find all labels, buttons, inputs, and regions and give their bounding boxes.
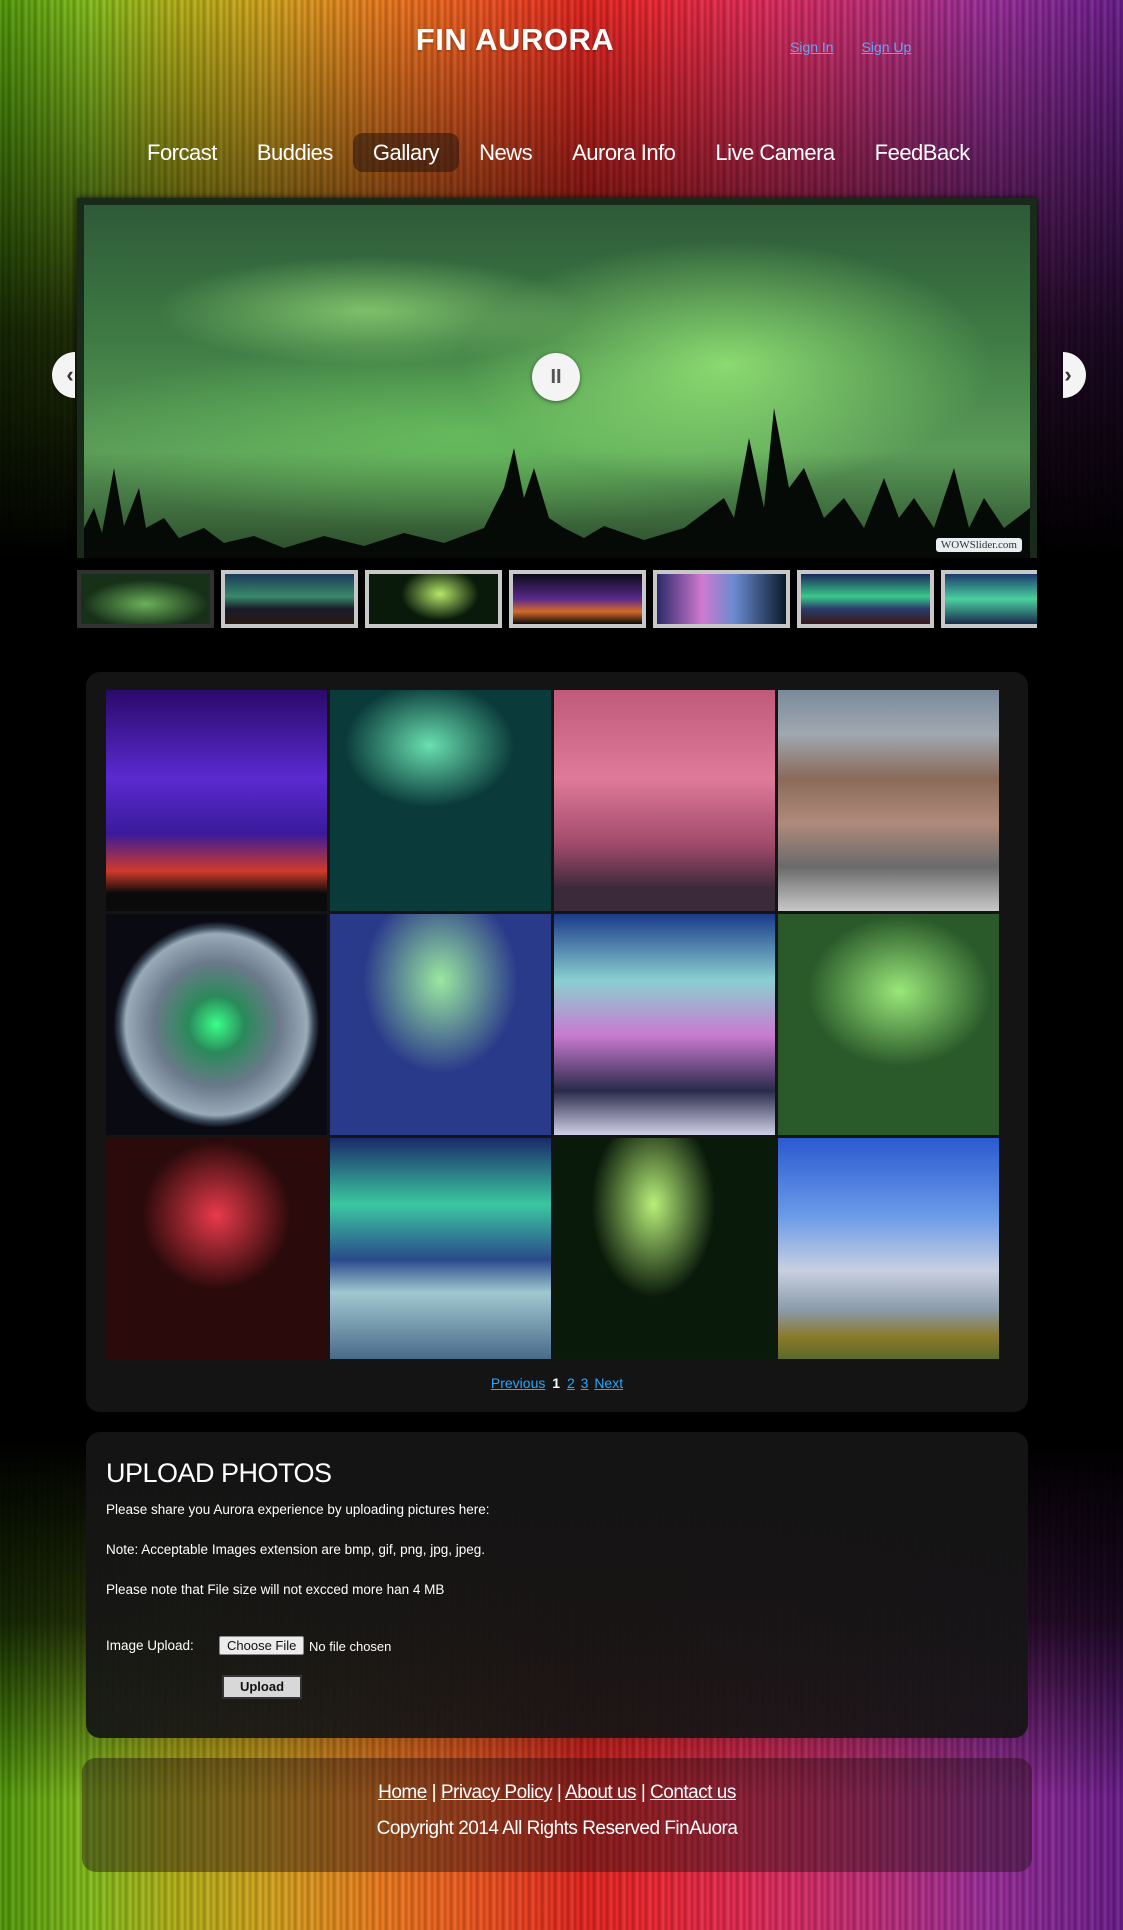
slider-next-button[interactable]: › <box>1063 352 1086 398</box>
footer-separator: | <box>431 1782 437 1803</box>
footer-about-link[interactable]: About us <box>565 1782 637 1803</box>
pager-next-link[interactable]: Next <box>594 1375 623 1391</box>
upload-button[interactable]: Upload <box>222 1675 302 1699</box>
gallery-photo-earth-aurora[interactable] <box>106 914 327 1135</box>
gallery-panel: Previous 1 2 3 Next <box>86 672 1028 1412</box>
slider-thumbnail[interactable] <box>221 570 358 628</box>
sign-up-link[interactable]: Sign Up <box>861 39 911 55</box>
slider-thumbnail[interactable] <box>797 570 934 628</box>
gallery-photo-aurora-fisheye[interactable] <box>554 914 775 1135</box>
image-upload-label: Image Upload: <box>106 1638 194 1653</box>
footer-home-link[interactable]: Home <box>378 1782 427 1803</box>
gallery-photo-green-curtain[interactable] <box>554 1138 775 1359</box>
slider-thumbnail[interactable] <box>77 570 214 628</box>
upload-extension-note: Note: Acceptable Images extension are bm… <box>106 1542 485 1557</box>
choose-file-button[interactable]: Choose File <box>219 1636 305 1655</box>
footer-links: Home | Privacy Policy | About us | Conta… <box>82 1782 1032 1804</box>
sign-in-link[interactable]: Sign In <box>790 39 834 55</box>
tree-silhouettes <box>84 408 1030 558</box>
image-slider: WOWSlider.com II <box>77 198 1037 558</box>
footer: Home | Privacy Policy | About us | Conta… <box>82 1758 1032 1872</box>
gallery-photo-red-aurora[interactable] <box>106 1138 327 1359</box>
gallery-photo-plane-pink-sky[interactable] <box>554 690 775 911</box>
nav-item-feedback[interactable]: FeedBack <box>855 133 990 172</box>
footer-contact-link[interactable]: Contact us <box>650 1782 736 1803</box>
pager-current-page: 1 <box>552 1375 561 1391</box>
pause-button[interactable]: II <box>532 353 580 401</box>
slider-thumbnail[interactable] <box>941 570 1037 628</box>
file-status-text: No file chosen <box>309 1639 392 1654</box>
nav-item-gallary[interactable]: Gallary <box>352 133 460 172</box>
nav-item-forcast[interactable]: Forcast <box>127 133 237 172</box>
slider-thumbnail[interactable] <box>365 570 502 628</box>
nav-item-live-camera[interactable]: Live Camera <box>695 133 854 172</box>
gallery-photo-aurora-forest[interactable] <box>778 914 999 1135</box>
gallery-photo-aurora-lake[interactable] <box>330 690 551 911</box>
gallery-photo-aurora-reflection[interactable] <box>330 1138 551 1359</box>
nav-item-aurora-info[interactable]: Aurora Info <box>552 133 695 172</box>
upload-panel: UPLOAD PHOTOS Please share you Aurora ex… <box>86 1432 1028 1738</box>
nav-item-buddies[interactable]: Buddies <box>237 133 353 172</box>
gallery-photo-lightning[interactable] <box>106 690 327 911</box>
pager-previous-link[interactable]: Previous <box>491 1375 545 1391</box>
nav-item-news[interactable]: News <box>459 133 552 172</box>
slider-thumbnails <box>77 570 1037 630</box>
footer-separator: | <box>640 1782 646 1803</box>
wowslider-badge[interactable]: WOWSlider.com <box>935 538 1022 552</box>
pager-page-3-link[interactable]: 3 <box>581 1375 589 1391</box>
main-nav: Forcast Buddies Gallary News Aurora Info… <box>127 133 990 172</box>
gallery-photo-rocky-shore[interactable] <box>778 690 999 911</box>
upload-intro-text: Please share you Aurora experience by up… <box>106 1502 490 1517</box>
footer-privacy-link[interactable]: Privacy Policy <box>441 1782 553 1803</box>
gallery-pagination: Previous 1 2 3 Next <box>86 1375 1028 1391</box>
footer-copyright: Copyright 2014 All Rights Reserved FinAu… <box>376 1818 738 1839</box>
slider-thumbnail[interactable] <box>653 570 790 628</box>
upload-heading: UPLOAD PHOTOS <box>106 1458 332 1488</box>
photo-grid <box>106 690 999 1359</box>
gallery-photo-rainbow[interactable] <box>778 1138 999 1359</box>
slider-thumbnail[interactable] <box>509 570 646 628</box>
footer-separator: | <box>556 1782 562 1803</box>
upload-size-note: Please note that File size will not excc… <box>106 1582 445 1597</box>
gallery-photo-aurora-snow-road[interactable] <box>330 914 551 1135</box>
pager-page-2-link[interactable]: 2 <box>567 1375 575 1391</box>
chevron-left-icon: ‹ <box>66 362 74 387</box>
chevron-right-icon: › <box>1064 362 1072 387</box>
auth-links: Sign In Sign Up <box>790 39 935 55</box>
